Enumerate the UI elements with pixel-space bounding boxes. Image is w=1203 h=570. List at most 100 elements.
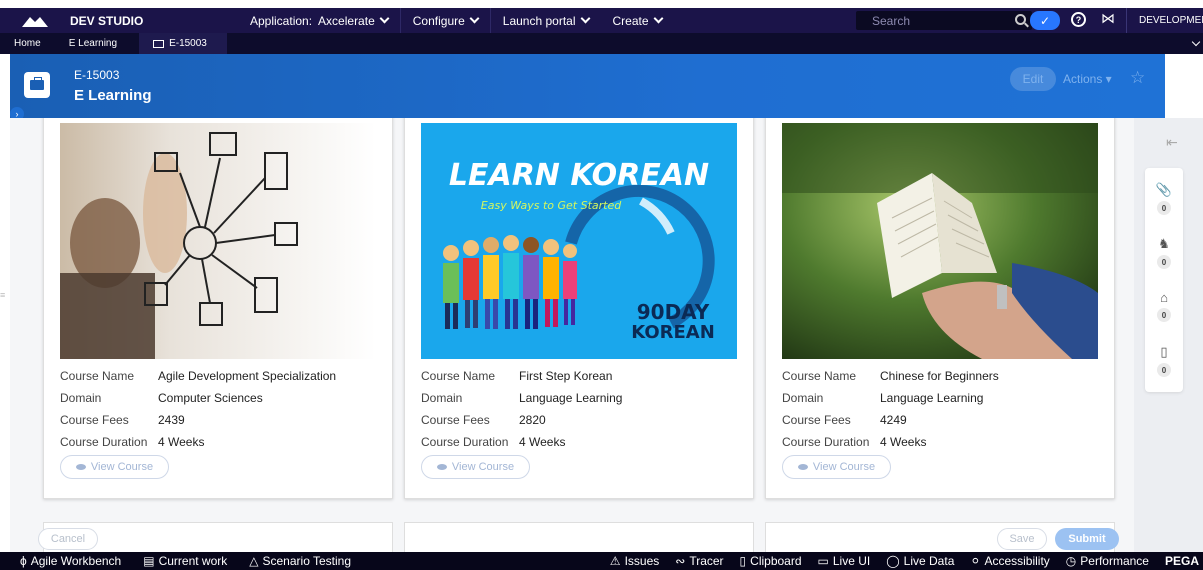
tab-e-learning[interactable]: E Learning <box>55 33 131 54</box>
paperclip-icon: 📎 <box>1155 182 1173 197</box>
create-menu[interactable]: Create <box>601 8 674 33</box>
course-fees-value: 2820 <box>519 413 546 427</box>
clipboard-count: 0 <box>1157 363 1171 377</box>
launch-portal-menu[interactable]: Launch portal <box>491 8 601 33</box>
tab-home[interactable]: Home <box>0 33 55 54</box>
edit-button[interactable]: Edit <box>1010 67 1056 91</box>
attachments-utility[interactable]: 📎 0 <box>1145 182 1183 215</box>
cancel-button[interactable]: Cancel <box>38 528 98 550</box>
people-icon: ♞ <box>1158 236 1170 251</box>
live-ui-label: Live UI <box>832 554 871 568</box>
help-icon[interactable]: ? <box>1071 12 1086 27</box>
course-name-label: Course Name <box>782 369 857 383</box>
monitor-icon: ▭ <box>817 554 829 568</box>
configure-menu[interactable]: Configure <box>401 8 491 33</box>
image-badge-1: 90DAY <box>637 300 710 324</box>
view-course-label: View Course <box>451 461 515 473</box>
issues-button[interactable]: ⚠ Issues <box>602 554 667 568</box>
search-icon[interactable] <box>1015 14 1026 25</box>
clipboard-button[interactable]: ▯ Clipboard <box>732 554 810 568</box>
pega-logo[interactable] <box>0 8 70 33</box>
tag-icon: ⌂ <box>1160 290 1168 305</box>
agile-workbench-label: Agile Workbench <box>30 554 122 568</box>
pega-brand: PEGA <box>1164 554 1199 568</box>
eye-icon <box>436 464 447 470</box>
course-fees-value: 2439 <box>158 413 185 427</box>
domain-value: Language Learning <box>519 391 623 405</box>
view-course-button[interactable]: View Course <box>782 455 891 479</box>
chevron-down-icon <box>379 13 390 24</box>
live-data-label: Live Data <box>903 554 955 568</box>
actions-menu[interactable]: Actions ▾ <box>1063 72 1112 86</box>
star-icon[interactable]: ☆ <box>1130 68 1145 88</box>
view-course-label: View Course <box>90 461 154 473</box>
live-data-button[interactable]: ◯ Live Data <box>878 554 962 568</box>
course-duration-value: 4 Weeks <box>158 435 205 449</box>
flask-icon: △ <box>249 554 259 568</box>
accessibility-icon: ⚪ <box>970 554 981 568</box>
environment-label[interactable]: DEVELOPMENT <box>1126 8 1203 33</box>
save-button[interactable]: Save <box>997 528 1047 550</box>
agile-workbench-button[interactable]: ϕ Agile Workbench <box>0 554 129 568</box>
performance-button[interactable]: ◷ Performance <box>1058 554 1157 568</box>
followers-count: 0 <box>1157 255 1171 269</box>
submit-button[interactable]: Submit <box>1055 528 1119 550</box>
image-subtitle: Easy Ways to Get Started <box>481 199 622 212</box>
scenario-testing-label: Scenario Testing <box>262 554 352 568</box>
course-duration-label: Course Duration <box>421 435 509 449</box>
briefcase-icon <box>153 39 165 48</box>
tab-bar: Home E Learning E-15003 <box>0 33 1203 54</box>
tags-utility[interactable]: ⌂ 0 <box>1145 290 1183 322</box>
course-image-agile <box>60 123 376 359</box>
course-fees-label: Course Fees <box>60 413 129 427</box>
chevron-down-icon <box>653 13 663 24</box>
course-image-korean: LEARN KOREAN Easy Ways to Get Started 90… <box>421 123 737 359</box>
resize-grip-icon[interactable]: ≡ <box>0 290 10 300</box>
application-label: Application: <box>250 13 313 28</box>
course-card: Course Name Agile Development Specializat… <box>43 118 393 499</box>
domain-value: Language Learning <box>880 391 984 405</box>
course-duration-value: 4 Weeks <box>519 435 566 449</box>
eye-icon <box>797 464 808 470</box>
current-work-button[interactable]: ▤ Current work <box>129 554 235 568</box>
course-duration-value: 4 Weeks <box>880 435 927 449</box>
top-navigation-bar: DEV STUDIO Application: Axcelerate Confi… <box>0 8 1203 33</box>
performance-label: Performance <box>1080 554 1149 568</box>
studio-name[interactable]: DEV STUDIO <box>70 14 230 28</box>
tab-label: Home <box>14 38 41 49</box>
utilities-panel: 📎 0 ♞ 0 ⌂ 0 ▯ 0 <box>1145 168 1183 392</box>
image-title: LEARN KOREAN <box>449 158 709 193</box>
tab-e-15003[interactable]: E-15003 <box>139 33 227 54</box>
check-icon: ✓ <box>1039 13 1051 28</box>
clipboard-utility[interactable]: ▯ 0 <box>1145 344 1183 377</box>
domain-label: Domain <box>421 391 463 405</box>
course-card: LEARN KOREAN Easy Ways to Get Started 90… <box>404 118 754 499</box>
issues-label: Issues <box>624 554 660 568</box>
lightning-icon: ϕ <box>20 554 27 568</box>
course-name-value: Agile Development Specialization <box>158 369 337 383</box>
clipboard-icon: ▯ <box>1160 344 1168 359</box>
flow-icon[interactable]: ⋈ <box>1101 10 1115 27</box>
view-course-button[interactable]: View Course <box>60 455 169 479</box>
view-course-button[interactable]: View Course <box>421 455 530 479</box>
accessibility-button[interactable]: ⚪ Accessibility <box>962 554 1057 568</box>
chevron-down-icon[interactable] <box>1191 37 1201 47</box>
collapse-panel-icon[interactable]: ⇤ <box>1166 134 1178 151</box>
tab-label: E-15003 <box>169 38 207 49</box>
warning-icon: ⚠ <box>609 554 621 568</box>
followers-utility[interactable]: ♞ 0 <box>1145 236 1183 269</box>
accessibility-label: Accessibility <box>984 554 1050 568</box>
course-image-reading <box>782 123 1098 359</box>
search-input[interactable]: Search <box>856 11 1032 30</box>
course-duration-label: Course Duration <box>782 435 870 449</box>
current-work-label: Current work <box>158 554 228 568</box>
check-toggle-button[interactable]: ✓ <box>1030 11 1060 30</box>
application-menu[interactable]: Application: Axcelerate <box>238 8 401 33</box>
case-title: E Learning <box>74 87 152 104</box>
live-ui-button[interactable]: ▭ Live UI <box>810 554 879 568</box>
create-label: Create <box>612 13 649 28</box>
scenario-testing-button[interactable]: △ Scenario Testing <box>235 554 359 568</box>
launch-portal-label: Launch portal <box>502 13 576 28</box>
domain-value: Computer Sciences <box>158 391 263 405</box>
tracer-button[interactable]: ∾ Tracer <box>667 554 731 568</box>
